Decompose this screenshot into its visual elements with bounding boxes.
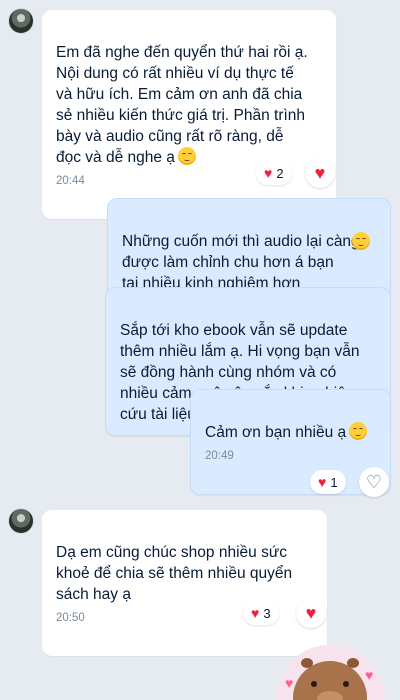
heart-icon: ♥ [285,675,294,691]
sender-avatar[interactable] [8,8,34,34]
heart-icon: ♥ [365,667,374,683]
message-time: 20:49 [205,450,234,462]
message-text: Những cuốn mới thì audio lại càng được l… [122,233,360,292]
smiling-face-emoji [352,232,370,250]
message-text: Dạ em cũng chúc shop nhiều sức khoẻ để c… [56,544,293,603]
reaction-summary[interactable]: ♥ 2 [256,161,292,185]
message-text: Cảm ơn bạn nhiều ạ [205,424,347,441]
message-bubble-incoming[interactable]: Dạ em cũng chúc shop nhiều sức khoẻ để c… [42,510,327,656]
heart-icon: ♥ [318,474,327,490]
capybara-face [293,658,367,700]
reaction-summary[interactable]: ♥ 3 [243,601,279,625]
sender-avatar[interactable] [8,508,34,534]
message-bubble-incoming[interactable]: Em đã nghe đến quyển thứ hai rồi ạ. Nội … [42,10,336,219]
react-heart-button[interactable]: ♥ [296,598,326,628]
ear-left [301,658,313,668]
reaction-count: 1 [330,474,338,490]
nose [317,691,343,700]
heart-icon: ♥ [314,163,326,183]
reaction-count: 2 [276,165,284,181]
heart-icon: ♥ [264,165,273,181]
heart-outline-icon: ♡ [365,472,383,492]
heart-icon: ♥ [251,605,260,621]
reaction-summary[interactable]: ♥ 1 [310,470,346,494]
react-heart-button[interactable]: ♥ [305,158,335,188]
smiling-face-emoji [177,147,196,165]
react-heart-button[interactable]: ♡ [359,467,389,497]
smiling-face-emoji [349,422,368,440]
heart-icon: ♥ [305,603,317,623]
ear-right [347,658,359,668]
eye-right [343,681,349,687]
eye-left [311,681,317,687]
reaction-count: 3 [263,605,271,621]
